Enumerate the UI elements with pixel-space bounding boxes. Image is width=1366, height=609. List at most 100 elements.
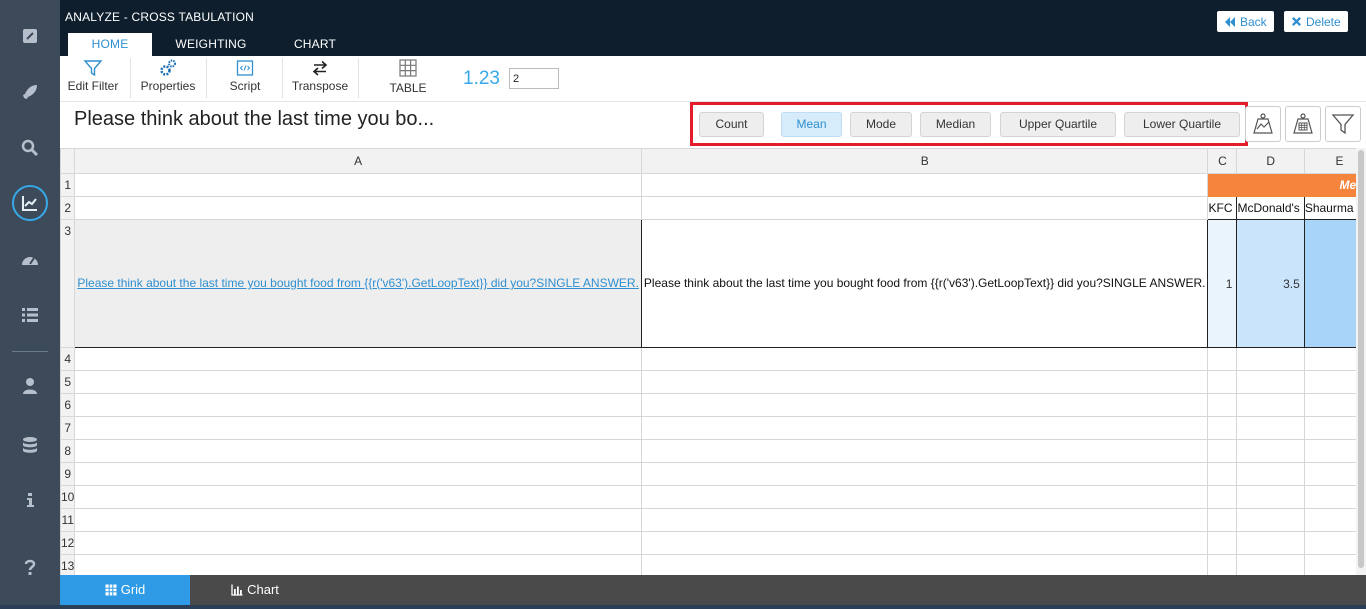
mean-header-cell[interactable]: Mean: [1207, 173, 1356, 197]
grid-cell[interactable]: [1207, 439, 1238, 463]
grid-cell[interactable]: [1236, 462, 1305, 486]
grid-cell[interactable]: [74, 416, 642, 440]
grid-cell[interactable]: [1207, 531, 1238, 555]
row-header[interactable]: 13: [60, 554, 76, 575]
grid-cell[interactable]: [1236, 439, 1305, 463]
grid-cell[interactable]: [640, 485, 1209, 509]
weight-chart-button[interactable]: [1245, 106, 1281, 142]
grid-cell[interactable]: [1236, 531, 1305, 555]
table-button[interactable]: TABLE: [376, 56, 440, 100]
grid-cell[interactable]: [1236, 554, 1305, 575]
row-header[interactable]: 6: [60, 393, 76, 417]
grid-cell[interactable]: [1207, 370, 1238, 394]
grid-cell[interactable]: [1236, 347, 1305, 371]
grid-cell[interactable]: [640, 462, 1209, 486]
grid-cell[interactable]: [640, 370, 1209, 394]
transpose-button[interactable]: Transpose: [288, 56, 352, 100]
column-header[interactable]: B: [640, 148, 1209, 174]
value-cell-shaurma[interactable]: 6: [1303, 219, 1356, 348]
value-cell-mcdonalds[interactable]: 3.5: [1236, 219, 1305, 348]
grid-cell[interactable]: [74, 370, 642, 394]
column-header[interactable]: D: [1236, 148, 1305, 174]
grid-cell[interactable]: [74, 439, 642, 463]
count-button[interactable]: Count: [699, 112, 764, 137]
grid-cell[interactable]: [74, 173, 642, 197]
grid-cell[interactable]: [1207, 485, 1238, 509]
row-header[interactable]: 8: [60, 439, 76, 463]
grid-cell[interactable]: [74, 462, 642, 486]
grid-cell[interactable]: [1303, 370, 1356, 394]
grid-cell[interactable]: [640, 531, 1209, 555]
script-button[interactable]: Script: [220, 56, 270, 100]
decimals-input[interactable]: [509, 68, 559, 89]
delete-button[interactable]: Delete: [1284, 11, 1348, 32]
properties-button[interactable]: Properties: [136, 56, 200, 100]
grid-cell[interactable]: [640, 173, 1209, 197]
search-icon[interactable]: [12, 130, 48, 166]
grid-view-tab[interactable]: Grid: [60, 575, 190, 605]
grid-cell[interactable]: [1303, 554, 1356, 575]
grid-cell[interactable]: [1207, 508, 1238, 532]
grid-cell[interactable]: [640, 554, 1209, 575]
value-cell-kfc[interactable]: 1: [1207, 219, 1238, 348]
question-text-cell[interactable]: Please think about the last time you bou…: [640, 219, 1209, 348]
row-header[interactable]: 10: [60, 485, 76, 509]
mode-button[interactable]: Mode: [850, 112, 912, 137]
column-header[interactable]: C: [1207, 148, 1238, 174]
grid-cell[interactable]: [1303, 531, 1356, 555]
median-button[interactable]: Median: [920, 112, 991, 137]
grid-cell[interactable]: [640, 347, 1209, 371]
grid-cell[interactable]: [74, 531, 642, 555]
lower-quartile-button[interactable]: Lower Quartile: [1124, 112, 1240, 137]
grid-cell[interactable]: [1303, 393, 1356, 417]
grid-cell[interactable]: [1236, 370, 1305, 394]
row-header[interactable]: 9: [60, 462, 76, 486]
grid-cell[interactable]: [640, 196, 1209, 220]
analytics-icon[interactable]: [12, 185, 48, 221]
filter-button[interactable]: [1325, 106, 1361, 142]
row-header[interactable]: 12: [60, 531, 76, 555]
tab-home[interactable]: HOME: [68, 33, 152, 56]
grid-cell[interactable]: [74, 508, 642, 532]
grid-cell[interactable]: [640, 508, 1209, 532]
grid-cell[interactable]: [1207, 393, 1238, 417]
grid-cell[interactable]: [1303, 416, 1356, 440]
dashboard-icon[interactable]: [12, 242, 48, 278]
grid-cell[interactable]: [1303, 485, 1356, 509]
edit-filter-button[interactable]: Edit Filter: [64, 56, 122, 100]
grid-cell[interactable]: [1207, 462, 1238, 486]
grid-cell[interactable]: [640, 439, 1209, 463]
database-icon[interactable]: [12, 427, 48, 463]
grid-cell[interactable]: [74, 196, 642, 220]
row-header[interactable]: 5: [60, 370, 76, 394]
grid-cell[interactable]: [1236, 416, 1305, 440]
brand-header-mcdonalds[interactable]: McDonald's: [1236, 196, 1305, 220]
grid-corner[interactable]: [60, 148, 76, 174]
question-link-cell[interactable]: Please think about the last time you bou…: [74, 219, 642, 348]
grid-cell[interactable]: [1303, 439, 1356, 463]
row-header[interactable]: 7: [60, 416, 76, 440]
weight-table-button[interactable]: [1285, 106, 1321, 142]
help-icon[interactable]: [12, 549, 48, 585]
rocket-icon[interactable]: [12, 74, 48, 110]
grid-cell[interactable]: [74, 393, 642, 417]
row-header[interactable]: 1: [60, 173, 76, 197]
grid-cell[interactable]: [1236, 508, 1305, 532]
mean-button[interactable]: Mean: [781, 112, 842, 137]
grid-cell[interactable]: [1207, 554, 1238, 575]
grid-cell[interactable]: [74, 554, 642, 575]
column-header[interactable]: E: [1303, 148, 1356, 174]
scrollbar-thumb[interactable]: [1358, 150, 1364, 568]
brand-header-kfc[interactable]: KFC: [1207, 196, 1238, 220]
grid-cell[interactable]: [1303, 462, 1356, 486]
grid-cell[interactable]: [640, 393, 1209, 417]
column-header[interactable]: A: [74, 148, 642, 174]
grid-cell[interactable]: [1236, 393, 1305, 417]
row-header[interactable]: 3: [60, 219, 76, 348]
grid-cell[interactable]: [74, 485, 642, 509]
grid-cell[interactable]: [1207, 416, 1238, 440]
upper-quartile-button[interactable]: Upper Quartile: [1000, 112, 1116, 137]
row-header[interactable]: 4: [60, 347, 76, 371]
grid-cell[interactable]: [74, 347, 642, 371]
row-header[interactable]: 2: [60, 196, 76, 220]
